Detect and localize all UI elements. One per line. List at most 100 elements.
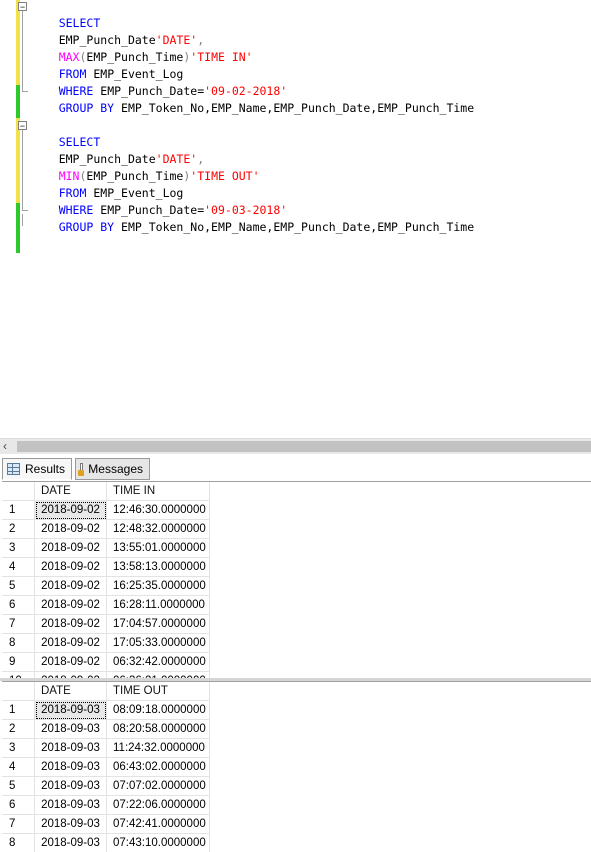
cell-date[interactable]: 2018-09-03 bbox=[35, 777, 107, 796]
cell-date[interactable]: 2018-09-02 bbox=[35, 558, 107, 577]
table-row[interactable]: 4 2018-09-03 06:43:02.0000000 bbox=[2, 758, 210, 777]
table-row[interactable]: 6 2018-09-02 16:28:11.0000000 bbox=[2, 596, 210, 615]
row-number: 8 bbox=[2, 634, 35, 653]
cell-date[interactable]: 2018-09-03 bbox=[35, 720, 107, 739]
result-grid-time-in[interactable]: DATE TIME IN 1 2018-09-02 12:46:30.0000000… bbox=[2, 481, 591, 679]
sql-keyword: GROUP BY bbox=[58, 220, 115, 234]
scroll-left-arrow-icon[interactable]: ‹ bbox=[3, 439, 7, 454]
sql-columns: EMP_Token_No,EMP_Name,EMP_Punch_Date,EMP… bbox=[121, 220, 475, 234]
cell-time[interactable]: 07:42:41.0000000 bbox=[107, 815, 210, 834]
sql-columns: EMP_Token_No,EMP_Name,EMP_Punch_Date,EMP… bbox=[121, 101, 475, 115]
cell-time[interactable]: 07:43:10.0000000 bbox=[107, 834, 210, 852]
cell-date[interactable]: 2018-09-02 bbox=[35, 615, 107, 634]
sql-keyword: GROUP BY bbox=[58, 101, 115, 115]
grid-header-row: DATE TIME OUT bbox=[2, 682, 210, 701]
cell-time[interactable]: 17:04:57.0000000 bbox=[107, 615, 210, 634]
row-number: 7 bbox=[2, 615, 35, 634]
sql-editor[interactable]: − − SELECT EMP_Punch_Date'DATE', MAX(EMP… bbox=[0, 0, 591, 438]
tab-messages-label: Messages bbox=[88, 462, 143, 476]
cell-date[interactable]: 2018-09-02 bbox=[35, 653, 107, 672]
table-row[interactable]: 3 2018-09-02 13:55:01.0000000 bbox=[2, 539, 210, 558]
row-number: 5 bbox=[2, 577, 35, 596]
grid-header-row: DATE TIME IN bbox=[2, 482, 210, 501]
column-header-time-out[interactable]: TIME OUT bbox=[107, 682, 210, 701]
table-row[interactable]: 1 2018-09-02 12:46:30.0000000 bbox=[2, 501, 210, 520]
table-row[interactable]: 8 2018-09-02 17:05:33.0000000 bbox=[2, 634, 210, 653]
table-row[interactable]: 2 2018-09-02 12:48:32.0000000 bbox=[2, 520, 210, 539]
table-row[interactable]: 5 2018-09-02 16:25:35.0000000 bbox=[2, 577, 210, 596]
cell-time[interactable]: 13:58:13.0000000 bbox=[107, 558, 210, 577]
code-line: GROUP BY EMP_Token_No,EMP_Name,EMP_Punch… bbox=[31, 202, 474, 253]
table-row[interactable]: 1 2018-09-03 08:09:18.0000000 bbox=[2, 701, 210, 720]
table-row[interactable]: 5 2018-09-03 07:07:02.0000000 bbox=[2, 777, 210, 796]
cell-time[interactable]: 12:48:32.0000000 bbox=[107, 520, 210, 539]
cell-date[interactable]: 2018-09-02 bbox=[35, 501, 107, 520]
sql-string: 'TIME OUT' bbox=[190, 169, 260, 183]
table-row[interactable]: 6 2018-09-03 07:22:06.0000000 bbox=[2, 796, 210, 815]
column-header-date[interactable]: DATE bbox=[35, 482, 107, 501]
row-number: 7 bbox=[2, 815, 35, 834]
table-row[interactable]: 8 2018-09-03 07:43:10.0000000 bbox=[2, 834, 210, 852]
column-header-time-in[interactable]: TIME IN bbox=[107, 482, 210, 501]
table-row[interactable]: 3 2018-09-03 11:24:32.0000000 bbox=[2, 739, 210, 758]
row-number: 6 bbox=[2, 796, 35, 815]
row-number: 4 bbox=[2, 558, 35, 577]
cell-time[interactable]: 16:25:35.0000000 bbox=[107, 577, 210, 596]
cell-date[interactable]: 2018-09-03 bbox=[35, 758, 107, 777]
collapse-icon[interactable]: − bbox=[18, 2, 27, 12]
row-number: 4 bbox=[2, 758, 35, 777]
tab-results[interactable]: Results bbox=[2, 458, 72, 480]
row-number: 2 bbox=[2, 720, 35, 739]
grid-icon bbox=[7, 463, 20, 475]
cell-time[interactable]: 11:24:32.0000000 bbox=[107, 739, 210, 758]
cell-time[interactable]: 12:46:30.0000000 bbox=[107, 501, 210, 520]
row-number-header bbox=[2, 682, 35, 701]
row-number: 1 bbox=[2, 701, 35, 720]
tab-messages[interactable]: Messages bbox=[75, 458, 150, 480]
cell-time[interactable]: 13:55:01.0000000 bbox=[107, 539, 210, 558]
cell-time[interactable]: 07:22:06.0000000 bbox=[107, 796, 210, 815]
cell-time[interactable]: 06:32:42.0000000 bbox=[107, 653, 210, 672]
cell-time[interactable]: 17:05:33.0000000 bbox=[107, 634, 210, 653]
row-number: 8 bbox=[2, 834, 35, 852]
cell-date[interactable]: 2018-09-02 bbox=[35, 539, 107, 558]
results-tab-strip: Results Messages bbox=[0, 454, 591, 481]
scrollbar-thumb[interactable] bbox=[17, 441, 591, 452]
row-number: 2 bbox=[2, 520, 35, 539]
result-grid-time-out[interactable]: DATE TIME OUT 1 2018-09-03 08:09:18.000000… bbox=[2, 681, 591, 852]
cell-time[interactable]: 08:09:18.0000000 bbox=[107, 701, 210, 720]
cell-date[interactable]: 2018-09-03 bbox=[35, 739, 107, 758]
cell-date[interactable]: 2018-09-03 bbox=[35, 701, 107, 720]
row-number: 1 bbox=[2, 501, 35, 520]
cell-time[interactable]: 08:20:58.0000000 bbox=[107, 720, 210, 739]
fold-guide bbox=[22, 130, 23, 210]
cell-date[interactable]: 2018-09-02 bbox=[35, 577, 107, 596]
table-row[interactable]: 9 2018-09-02 06:32:42.0000000 bbox=[2, 653, 210, 672]
row-number: 3 bbox=[2, 539, 35, 558]
table-row[interactable]: 4 2018-09-02 13:58:13.0000000 bbox=[2, 558, 210, 577]
fold-guide bbox=[22, 214, 23, 226]
cell-date[interactable]: 2018-09-03 bbox=[35, 796, 107, 815]
fold-guide bbox=[22, 11, 23, 91]
change-marker-unsaved bbox=[16, 0, 20, 85]
row-number: 5 bbox=[2, 777, 35, 796]
tab-results-label: Results bbox=[24, 462, 65, 476]
cell-time[interactable]: 06:43:02.0000000 bbox=[107, 758, 210, 777]
cell-date[interactable]: 2018-09-02 bbox=[35, 520, 107, 539]
editor-horizontal-scrollbar[interactable]: ‹ bbox=[0, 438, 591, 454]
table-row[interactable]: 7 2018-09-02 17:04:57.0000000 bbox=[2, 615, 210, 634]
table-row[interactable]: 2 2018-09-03 08:20:58.0000000 bbox=[2, 720, 210, 739]
collapse-icon[interactable]: − bbox=[18, 121, 27, 131]
cell-time[interactable]: 07:07:02.0000000 bbox=[107, 777, 210, 796]
fold-guide-end bbox=[22, 210, 28, 211]
row-number: 6 bbox=[2, 596, 35, 615]
cell-date[interactable]: 2018-09-03 bbox=[35, 815, 107, 834]
sql-string: 'TIME IN' bbox=[190, 50, 253, 64]
cell-time[interactable]: 16:28:11.0000000 bbox=[107, 596, 210, 615]
row-number-header bbox=[2, 482, 35, 501]
column-header-date[interactable]: DATE bbox=[35, 682, 107, 701]
table-row[interactable]: 7 2018-09-03 07:42:41.0000000 bbox=[2, 815, 210, 834]
cell-date[interactable]: 2018-09-02 bbox=[35, 596, 107, 615]
cell-date[interactable]: 2018-09-03 bbox=[35, 834, 107, 852]
cell-date[interactable]: 2018-09-02 bbox=[35, 634, 107, 653]
